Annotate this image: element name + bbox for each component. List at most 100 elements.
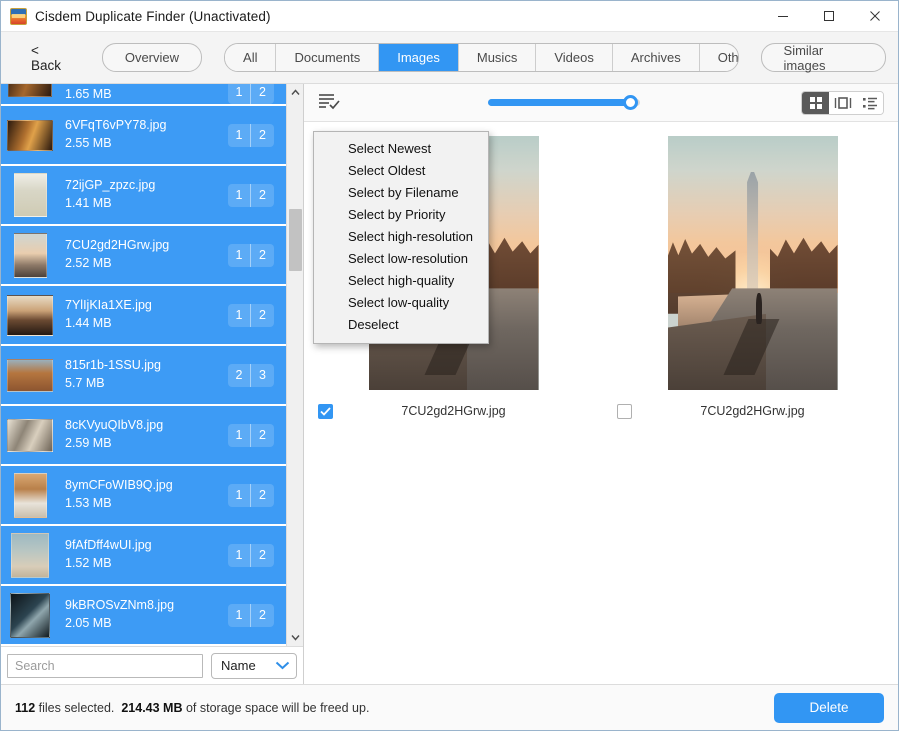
badge-left: 1: [228, 304, 251, 327]
duplicate-count-badge: 1 2: [228, 484, 274, 507]
card-filename: 7CU2gd2HGrw.jpg: [632, 404, 873, 418]
chevron-down-icon: [275, 658, 290, 673]
tab-musics[interactable]: Musics: [459, 44, 536, 71]
selected-count-suffix: files selected.: [39, 701, 115, 715]
list-item[interactable]: 815r1b-1SSU.jpg 5.7 MB 2 3: [1, 346, 286, 406]
badge-left: 1: [228, 184, 251, 207]
image-preview[interactable]: [668, 136, 838, 390]
maximize-button[interactable]: [806, 1, 852, 32]
menu-item-select-by-filename[interactable]: Select by Filename: [314, 182, 488, 204]
similar-images-button[interactable]: Similar images: [761, 43, 886, 72]
badge-right: 2: [251, 184, 274, 207]
tab-archives[interactable]: Archives: [613, 44, 700, 71]
list-view-icon[interactable]: [856, 92, 883, 114]
close-button[interactable]: [852, 1, 898, 32]
card-filename: 7CU2gd2HGrw.jpg: [333, 404, 574, 418]
badge-left: 1: [228, 604, 251, 627]
badge-right: 2: [251, 604, 274, 627]
file-thumbnail: [7, 114, 53, 156]
view-mode-group: [801, 91, 884, 115]
duplicate-count-badge: 1 2: [228, 424, 274, 447]
file-name: 9kBROSvZNm8.jpg: [65, 597, 228, 614]
minimize-button[interactable]: [760, 1, 806, 32]
file-size: 1.44 MB: [65, 314, 228, 333]
search-input[interactable]: [7, 654, 203, 678]
select-checkbox[interactable]: [617, 404, 632, 419]
file-name: 8cKVyuQIbV8.jpg: [65, 417, 228, 434]
file-meta: 72ijGP_zpzc.jpg 1.41 MB: [65, 177, 228, 213]
thumbnail-size-slider[interactable]: [488, 93, 640, 113]
file-thumbnail: [7, 474, 53, 516]
menu-item-select-high-quality[interactable]: Select high-quality: [314, 270, 488, 292]
list-item[interactable]: 8ymCFoWIB9Q.jpg 1.53 MB 1 2: [1, 466, 286, 526]
file-name: 8ymCFoWIB9Q.jpg: [65, 477, 228, 494]
file-thumbnail: [7, 84, 53, 104]
menu-item-select-by-priority[interactable]: Select by Priority: [314, 204, 488, 226]
card-footer: 7CU2gd2HGrw.jpg: [603, 394, 898, 428]
list-item[interactable]: 6VFqT6vPY78.jpg 2.55 MB 1 2: [1, 106, 286, 166]
duplicate-card[interactable]: 7CU2gd2HGrw.jpg: [603, 136, 898, 428]
list-item[interactable]: 72ijGP_zpzc.jpg 1.41 MB 1 2: [1, 166, 286, 226]
tab-others[interactable]: Others: [700, 44, 739, 71]
badge-right: 2: [251, 484, 274, 507]
select-checkbox[interactable]: [318, 404, 333, 419]
file-meta: 9kBROSvZNm8.jpg 2.05 MB: [65, 597, 228, 633]
grid-view-icon[interactable]: [802, 92, 829, 114]
menu-item-select-low-quality[interactable]: Select low-quality: [314, 292, 488, 314]
menu-item-select-low-resolution[interactable]: Select low-resolution: [314, 248, 488, 270]
badge-right: 2: [251, 244, 274, 267]
file-thumbnail: [7, 414, 53, 456]
select-list-icon[interactable]: [318, 92, 340, 114]
file-meta: 815r1b-1SSU.jpg 5.7 MB: [65, 357, 228, 393]
list-item[interactable]: 8cKVyuQIbV8.jpg 2.59 MB 1 2: [1, 406, 286, 466]
file-meta: 7CU2gd2HGrw.jpg 2.52 MB: [65, 237, 228, 273]
tab-all[interactable]: All: [225, 44, 276, 71]
menu-item-select-oldest[interactable]: Select Oldest: [314, 160, 488, 182]
scrollbar-thumb[interactable]: [289, 209, 302, 271]
status-bar: 112 files selected. 214.43 MB of storage…: [1, 684, 898, 730]
sort-dropdown[interactable]: Name: [211, 653, 297, 679]
file-thumbnail: [7, 234, 53, 276]
delete-button[interactable]: Delete: [774, 693, 884, 723]
sidebar-footer: Name: [1, 646, 303, 684]
preview-toolbar: [304, 84, 898, 122]
tab-videos[interactable]: Videos: [536, 44, 613, 71]
list-item[interactable]: 7CU2gd2HGrw.jpg 2.52 MB 1 2: [1, 226, 286, 286]
list-item[interactable]: 9fAfDff4wUI.jpg 1.52 MB 1 2: [1, 526, 286, 586]
duplicate-count-badge: 1 2: [228, 184, 274, 207]
selected-count: 112: [15, 701, 35, 715]
application-window: Cisdem Duplicate Finder (Unactivated) < …: [0, 0, 899, 731]
file-size: 1.41 MB: [65, 194, 228, 213]
file-size: 2.05 MB: [65, 614, 228, 633]
file-list-scrollbar[interactable]: [286, 84, 303, 646]
filmstrip-view-icon[interactable]: [829, 92, 856, 114]
photo-scene: [668, 136, 838, 390]
overview-button[interactable]: Overview: [102, 43, 202, 72]
duplicate-count-badge: 1 2: [228, 544, 274, 567]
scroll-down-arrow-icon[interactable]: [287, 629, 304, 646]
menu-item-select-newest[interactable]: Select Newest: [314, 138, 488, 160]
duplicate-count-badge: 1 2: [228, 604, 274, 627]
list-item[interactable]: 7YlIjKIa1XE.jpg 1.44 MB 1 2: [1, 286, 286, 346]
file-size: 1.53 MB: [65, 494, 228, 513]
badge-right: 2: [251, 124, 274, 147]
app-logo-icon: [10, 8, 27, 25]
badge-left: 1: [228, 84, 251, 104]
menu-item-deselect[interactable]: Deselect: [314, 314, 488, 336]
list-item[interactable]: 1.65 MB 1 2: [1, 84, 286, 106]
menu-item-select-high-resolution[interactable]: Select high-resolution: [314, 226, 488, 248]
file-list[interactable]: 1.65 MB 1 2 6VFqT6vPY78.jpg: [1, 84, 286, 646]
scrollbar-track[interactable]: [287, 101, 304, 629]
window-controls: [760, 1, 898, 32]
scroll-up-arrow-icon[interactable]: [287, 84, 304, 101]
back-button[interactable]: < Back: [13, 37, 84, 79]
tab-images[interactable]: Images: [379, 44, 459, 71]
duplicate-count-badge: 1 2: [228, 84, 274, 104]
file-size: 1.52 MB: [65, 554, 228, 573]
badge-left: 1: [228, 544, 251, 567]
slider-knob[interactable]: [623, 95, 638, 110]
badge-right: 2: [251, 304, 274, 327]
tab-documents[interactable]: Documents: [276, 44, 379, 71]
file-thumbnail: [7, 354, 53, 396]
list-item[interactable]: 9kBROSvZNm8.jpg 2.05 MB 1 2: [1, 586, 286, 646]
